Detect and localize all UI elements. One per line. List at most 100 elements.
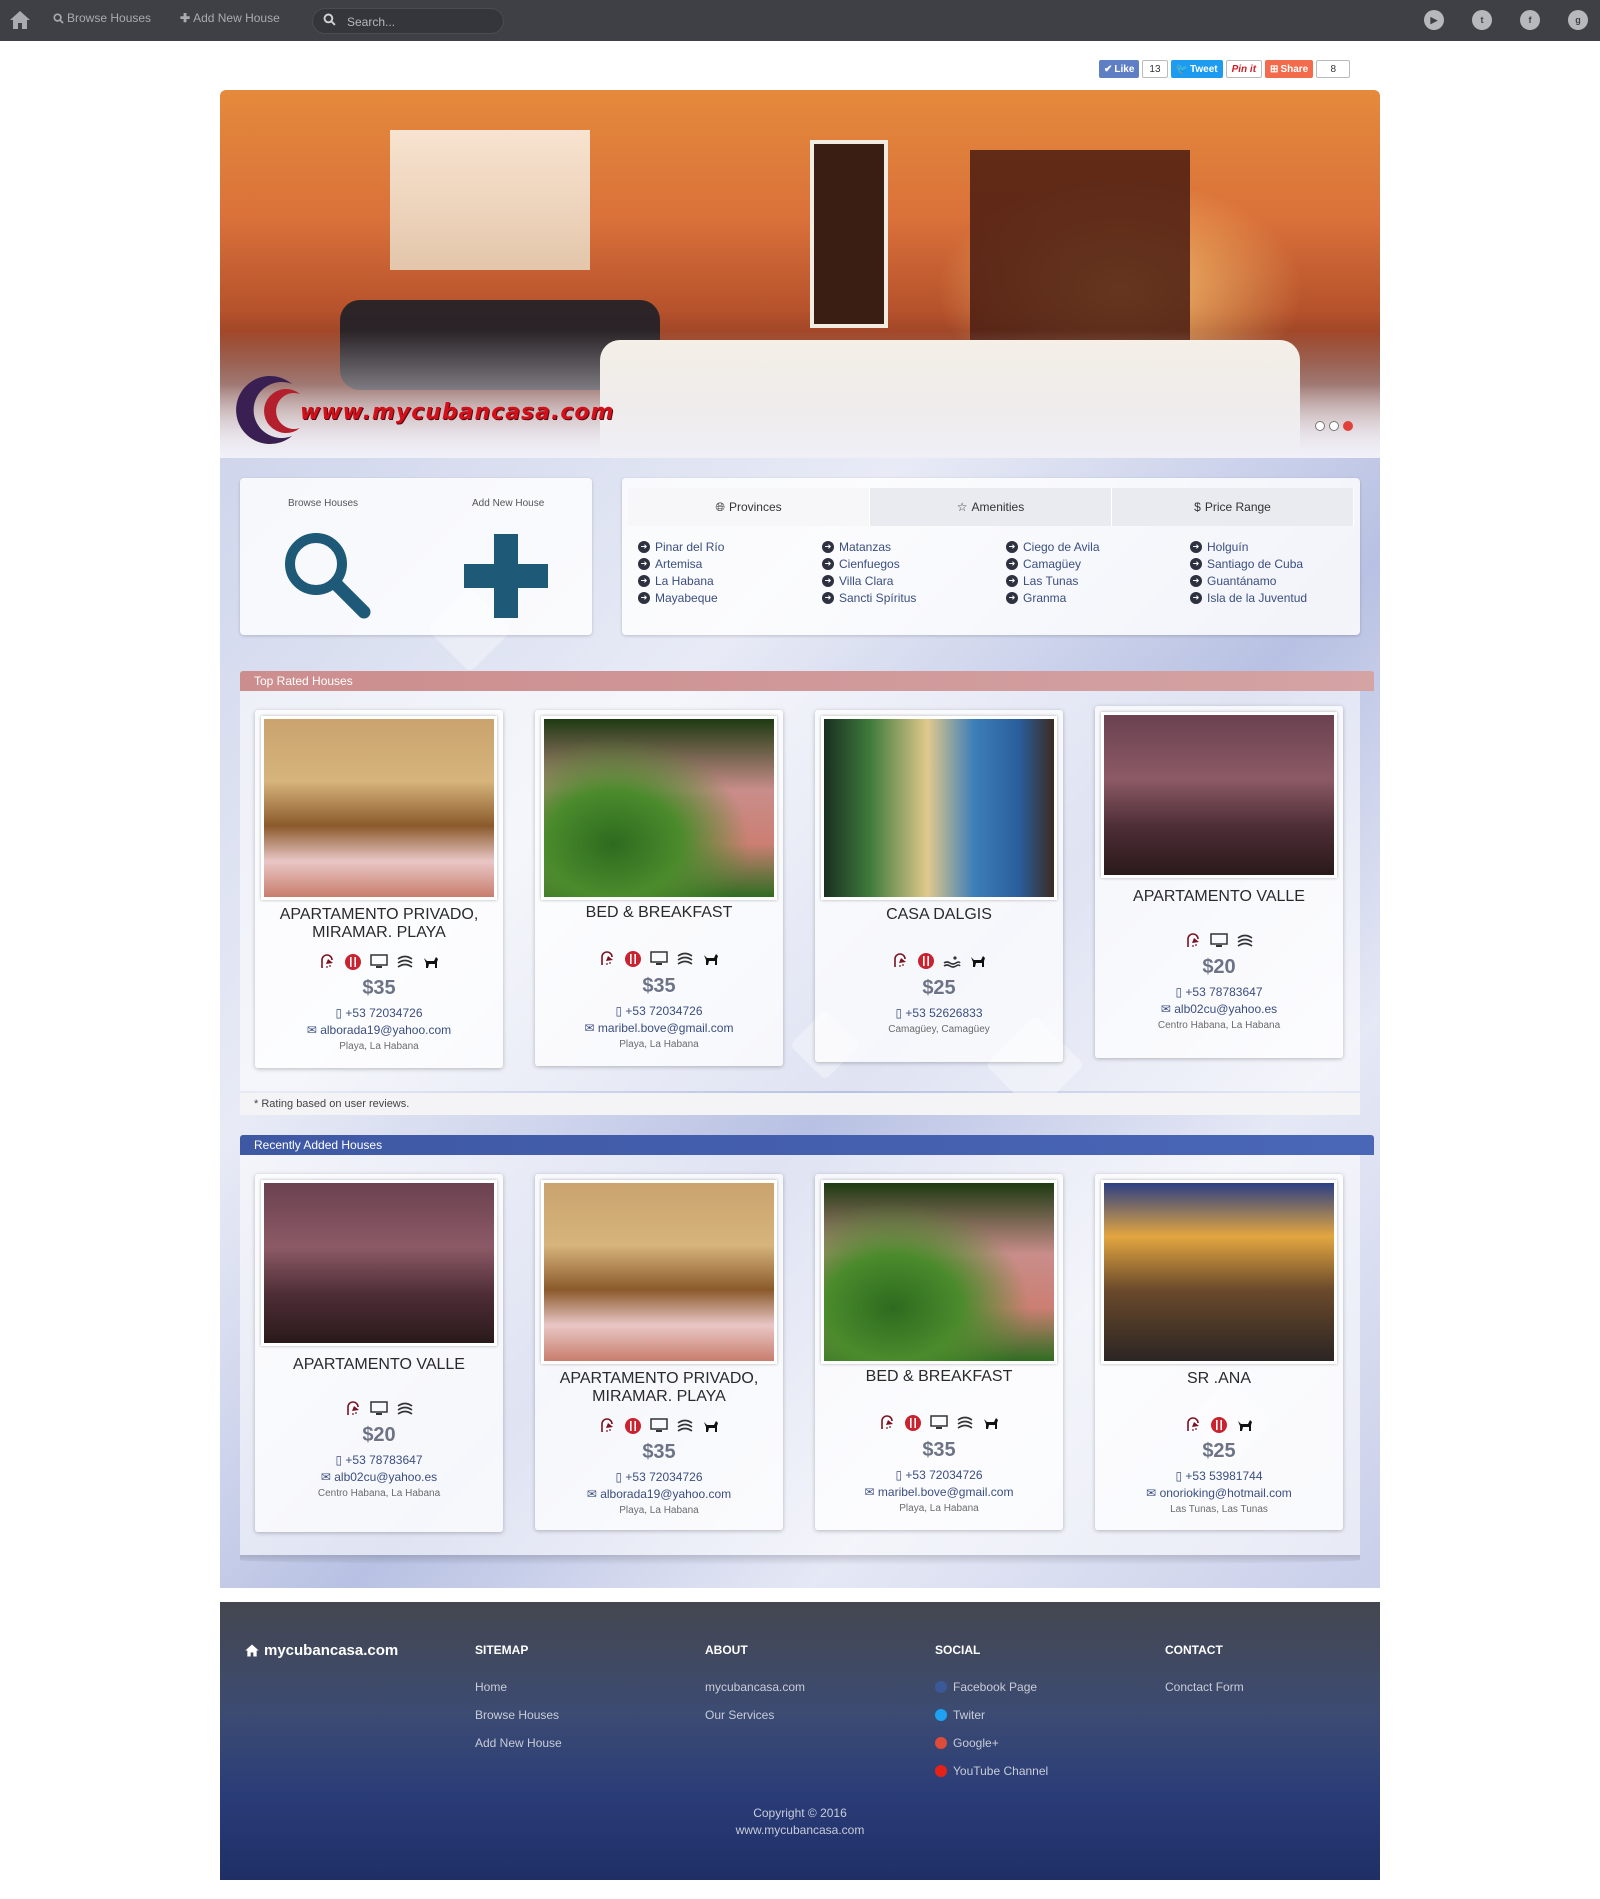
slider-dots [1315,421,1353,431]
house-email[interactable]: ✉ alb02cu@yahoo.es [255,1470,503,1484]
province-link[interactable]: ➜ Ciego de Avila [1006,538,1100,555]
house-email[interactable]: ✉ alb02cu@yahoo.es [1095,1002,1343,1016]
house-title[interactable]: BED & BREAKFAST [823,1368,1055,1386]
slider-dot[interactable] [1329,421,1339,431]
house-photo[interactable] [261,1180,497,1346]
province-label: Isla de la Juventud [1207,590,1308,605]
province-link[interactable]: ➜ Matanzas [822,538,916,555]
house-email[interactable]: ✉ alborada19@yahoo.com [255,1023,503,1037]
house-image [824,1183,1054,1361]
footer-link-home[interactable]: Home [475,1680,507,1694]
house-title[interactable]: APARTAMENTO PRIVADO, MIRAMAR. PLAYA [263,906,495,942]
house-title[interactable]: BED & BREAKFAST [543,904,775,922]
house-photo[interactable] [541,1180,777,1364]
tv-icon [930,1414,948,1432]
house-card[interactable]: APARTAMENTO VALLE $20 ▯ +53 78783647 ✉ alb0… [255,1174,503,1532]
house-photo[interactable] [261,716,497,900]
house-card[interactable]: CASA DALGIS $25 ▯ +53 52626833 Camagüey, Ca… [815,710,1063,1062]
facebook-icon[interactable]: f [1520,10,1540,30]
pinit-button[interactable]: Pin it [1225,60,1263,78]
nav-browse-houses[interactable]: Browse Houses [53,11,151,25]
footer-link-google[interactable]: Google+ [935,1736,999,1750]
slider-dot[interactable] [1315,421,1325,431]
province-link[interactable]: ➜ La Habana [638,572,724,589]
house-photo[interactable] [821,716,1057,900]
house-card[interactable]: BED & BREAKFAST $35 ▯ +53 72034726 ✉ maribe… [535,710,783,1066]
tab-provinces[interactable]: 🌐︎ Provinces [628,488,870,526]
tweet-button[interactable]: 🐦 Tweet [1170,60,1223,78]
arrow-circle-icon: ➜ [1190,591,1202,604]
house-location: Playa, La Habana [619,1505,699,1516]
province-link[interactable]: ➜ Isla de la Juventud [1190,589,1307,606]
house-email[interactable]: ✉ maribel.bove@gmail.com [815,1485,1063,1499]
footer-sitemap-heading: SITEMAP [475,1643,529,1657]
house-email[interactable]: ✉ maribel.bove@gmail.com [535,1021,783,1035]
envelope-icon: ✉ [1160,1002,1175,1016]
footer-link-services[interactable]: Our Services [705,1708,774,1722]
house-title[interactable]: CASA DALGIS [823,906,1055,924]
google-plus-icon[interactable]: g [1568,10,1588,30]
house-photo[interactable] [541,716,777,900]
province-link[interactable]: ➜ Artemisa [638,555,724,572]
province-link[interactable]: ➜ Mayabeque [638,589,724,606]
restaurant-icon [624,950,642,968]
twitter-icon[interactable]: t [1472,10,1492,30]
house-photo[interactable] [821,1180,1057,1364]
footer-link-facebook[interactable]: Facebook Page [935,1680,1037,1694]
tab-amenities[interactable]: ☆ Amenities [870,488,1112,526]
air-conditioning-icon [956,1414,974,1432]
province-link[interactable]: ➜ Camagüey [1006,555,1100,572]
footer-brand[interactable]: mycubancasa.com [244,1642,398,1659]
house-phone: ▯ +53 53981744 [1095,1469,1343,1483]
house-email[interactable]: ✉ alborada19@yahoo.com [535,1487,783,1501]
house-card[interactable]: APARTAMENTO PRIVADO, MIRAMAR. PLAYA $35 ▯ … [255,710,503,1068]
house-card[interactable]: APARTAMENTO PRIVADO, MIRAMAR. PLAYA $35 ▯ … [535,1174,783,1530]
amenities-row [1095,1416,1343,1434]
footer-link-youtube[interactable]: YouTube Channel [935,1764,1048,1778]
province-link[interactable]: ➜ Sancti Spíritus [822,589,916,606]
house-card[interactable]: APARTAMENTO VALLE $20 ▯ +53 78783647 ✉ alb0… [1095,706,1343,1058]
province-link[interactable]: ➜ Holguín [1190,538,1307,555]
footer-link-twitter[interactable]: Twiter [935,1708,985,1722]
slider-dot-active[interactable] [1343,421,1353,431]
house-title[interactable]: APARTAMENTO VALLE [1103,888,1335,906]
province-link[interactable]: ➜ Cienfuegos [822,555,916,572]
tab-price-range[interactable]: $ Price Range [1112,488,1354,526]
youtube-icon[interactable]: ▶ [1424,10,1444,30]
house-card[interactable]: BED & BREAKFAST $35 ▯ +53 72034726 ✉ maribe… [815,1174,1063,1530]
province-link[interactable]: ➜ Villa Clara [822,572,916,589]
facebook-label: Facebook Page [953,1680,1038,1694]
nav-add-house[interactable]: ✚ Add New House [180,11,280,25]
house-title[interactable]: APARTAMENTO PRIVADO, MIRAMAR. PLAYA [543,1370,775,1406]
restaurant-icon [344,953,362,971]
footer-brand-label: mycubancasa.com [264,1642,399,1659]
province-link[interactable]: ➜ Santiago de Cuba [1190,555,1307,572]
phone-number: +53 72034726 [625,1004,703,1018]
footer-link-contact[interactable]: Conctact Form [1165,1680,1244,1694]
footer-link-browse[interactable]: Browse Houses [475,1708,559,1722]
share-button[interactable]: ⊞ Share [1265,60,1314,78]
twitter-icon [935,1709,947,1721]
footer-link-add[interactable]: Add New House [475,1736,562,1750]
tweet-label: Tweet [1189,63,1218,75]
province-link[interactable]: ➜ Las Tunas [1006,572,1100,589]
province-link[interactable]: ➜ Guantánamo [1190,572,1307,589]
province-link[interactable]: ➜ Granma [1006,589,1100,606]
big-plus-icon[interactable] [464,534,548,618]
home-icon[interactable] [8,9,32,31]
house-title[interactable]: APARTAMENTO VALLE [263,1356,495,1374]
house-title[interactable]: SR .ANA [1103,1370,1335,1388]
search-input[interactable] [345,12,499,32]
house-card[interactable]: SR .ANA $25 ▯ +53 53981744 ✉ onorioking@hot… [1095,1174,1343,1530]
province-link[interactable]: ➜ Pinar del Río [638,538,724,555]
house-image [824,719,1054,897]
big-search-icon[interactable] [280,528,372,620]
house-photo[interactable] [1101,1180,1337,1364]
province-label: Mayabeque [655,590,718,605]
email-address: maribel.bove@gmail.com [597,1021,734,1035]
footer-about-heading: ABOUT [705,1643,748,1657]
house-photo[interactable] [1101,712,1337,878]
house-email[interactable]: ✉ onorioking@hotmail.com [1095,1486,1343,1500]
footer-link-site[interactable]: mycubancasa.com [705,1680,805,1694]
like-button[interactable]: ✔ Like [1099,60,1140,78]
